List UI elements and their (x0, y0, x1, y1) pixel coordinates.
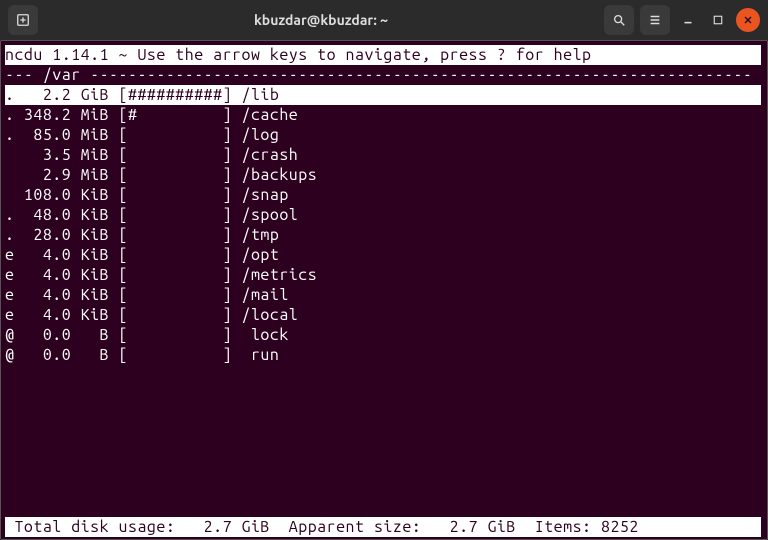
search-button[interactable] (604, 5, 634, 35)
ncdu-row[interactable]: e 4.0 KiB [ ] /opt (5, 245, 761, 265)
window-title: kbuzdar@kbuzdar: ~ (38, 12, 604, 28)
ncdu-row[interactable]: e 4.0 KiB [ ] /mail (5, 285, 761, 305)
ncdu-row[interactable]: @ 0.0 B [ ] run (5, 345, 761, 365)
ncdu-header: ncdu 1.14.1 ~ Use the arrow keys to navi… (5, 45, 761, 65)
ncdu-row[interactable]: . 48.0 KiB [ ] /spool (5, 205, 761, 225)
close-button[interactable] (736, 8, 760, 32)
ncdu-row[interactable]: 2.9 MiB [ ] /backups (5, 165, 761, 185)
ncdu-listing: . 2.2 GiB [##########] /lib. 348.2 MiB [… (5, 85, 761, 517)
ncdu-row[interactable]: 108.0 KiB [ ] /snap (5, 185, 761, 205)
ncdu-row[interactable]: . 348.2 MiB [# ] /cache (5, 105, 761, 125)
menu-button[interactable] (640, 5, 670, 35)
ncdu-row[interactable]: . 28.0 KiB [ ] /tmp (5, 225, 761, 245)
terminal-viewport[interactable]: ncdu 1.14.1 ~ Use the arrow keys to navi… (0, 40, 768, 540)
ncdu-row[interactable]: e 4.0 KiB [ ] /local (5, 305, 761, 325)
ncdu-row[interactable]: . 85.0 MiB [ ] /log (5, 125, 761, 145)
terminal-window: kbuzdar@kbuzdar: ~ ncdu (0, 0, 768, 540)
maximize-button[interactable] (706, 8, 730, 32)
new-tab-button[interactable] (8, 5, 38, 35)
ncdu-footer: Total disk usage: 2.7 GiB Apparent size:… (5, 517, 761, 537)
ncdu-row[interactable]: @ 0.0 B [ ] lock (5, 325, 761, 345)
titlebar: kbuzdar@kbuzdar: ~ (0, 0, 768, 40)
ncdu-path-line: --- /var -------------------------------… (5, 65, 761, 85)
ncdu-row[interactable]: 3.5 MiB [ ] /crash (5, 145, 761, 165)
ncdu-row[interactable]: e 4.0 KiB [ ] /metrics (5, 265, 761, 285)
ncdu-row[interactable]: . 2.2 GiB [##########] /lib (5, 85, 761, 105)
minimize-button[interactable] (676, 8, 700, 32)
